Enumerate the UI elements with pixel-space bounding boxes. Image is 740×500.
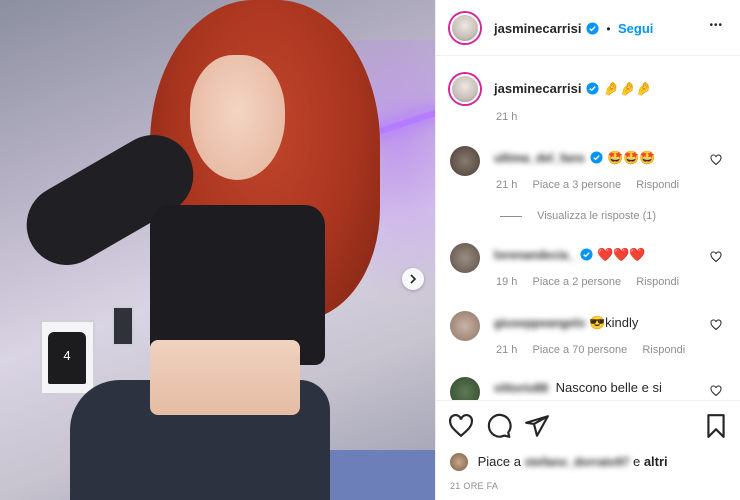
comment-likes[interactable]: Piace a 70 persone xyxy=(532,344,627,356)
view-replies-label: Visualizza le risposte (1) xyxy=(537,210,657,222)
post-header: jasminecarrisi • Segui ••• xyxy=(436,0,740,56)
bookmark-icon[interactable] xyxy=(703,413,729,439)
comment-item: lorenandecia_ ❤️❤️❤️ 19 h Piace a 2 pers… xyxy=(450,243,730,293)
comment-meta: 19 h Piace a 2 persone Rispondi xyxy=(496,276,691,288)
comment-username[interactable]: giuseppeangelo xyxy=(494,316,585,330)
comment-likes[interactable]: Piace a 3 persone xyxy=(532,179,621,191)
next-photo-button[interactable] xyxy=(402,268,424,290)
comment-text: Nascono belle e si xyxy=(555,380,662,395)
caption-avatar[interactable] xyxy=(450,74,480,104)
comment-avatar[interactable] xyxy=(450,377,480,400)
comment-text: ❤️❤️❤️ xyxy=(596,247,646,262)
comment-heart-icon[interactable] xyxy=(710,154,722,166)
reply-button[interactable]: Rispondi xyxy=(636,179,679,191)
comment-item: ultima_del_fans 🤩🤩🤩 21 h Piace a 3 perso… xyxy=(450,146,730,226)
comment-time: 21 h xyxy=(496,179,518,191)
avatar[interactable] xyxy=(450,13,480,43)
chevron-right-icon xyxy=(410,274,417,284)
verified-icon xyxy=(586,82,599,95)
verified-icon xyxy=(586,22,599,35)
comment-line: lorenandecia_ ❤️❤️❤️ xyxy=(494,247,646,263)
likes-others[interactable]: altri xyxy=(644,454,668,469)
post-sidebar: jasminecarrisi • Segui ••• jasminecarris… xyxy=(435,0,740,500)
more-icon: ••• xyxy=(709,20,723,31)
comment-time: 21 h xyxy=(496,344,518,356)
more-options-button[interactable]: ••• xyxy=(709,20,723,31)
reply-button[interactable]: Rispondi xyxy=(636,276,679,288)
comment-line: ultima_del_fans 🤩🤩🤩 xyxy=(494,150,656,166)
liker-avatar[interactable] xyxy=(450,453,468,471)
comment-item: vittorio88 Nascono belle e si xyxy=(450,377,730,400)
comment-meta: 21 h Piace a 70 persone Rispondi xyxy=(496,344,697,356)
separator-dot: • xyxy=(606,22,611,36)
verified-icon xyxy=(590,151,603,164)
post-timestamp[interactable]: 21 ORE FA xyxy=(450,481,498,491)
likes-summary: Piace a stefano_dorrato97 e altri xyxy=(450,453,668,471)
comment-meta: 21 h Piace a 3 persone Rispondi xyxy=(496,179,691,191)
waist xyxy=(150,340,300,415)
view-replies-button[interactable]: Visualizza le risposte (1) xyxy=(500,210,656,222)
share-icon[interactable] xyxy=(524,413,550,439)
comment-username[interactable]: lorenandecia_ xyxy=(494,248,575,262)
comment-username[interactable]: vittorio88 xyxy=(494,381,548,395)
follow-button[interactable]: Segui xyxy=(618,21,653,36)
face xyxy=(190,55,285,180)
replies-line xyxy=(500,215,522,217)
framed-jersey: 4 xyxy=(48,332,86,384)
liker-username[interactable]: stefano_dorrato97 xyxy=(525,455,630,469)
comment-line: giuseppeangelo 😎kindly xyxy=(494,315,638,331)
comment-heart-icon[interactable] xyxy=(710,251,722,263)
comment-likes[interactable]: Piace a 2 persone xyxy=(532,276,621,288)
heart-icon[interactable] xyxy=(448,413,474,439)
comment-line: vittorio88 Nascono belle e si xyxy=(494,380,662,395)
post-photo[interactable]: 4 xyxy=(0,0,435,500)
verified-icon xyxy=(580,248,593,261)
comment-icon[interactable] xyxy=(486,413,512,439)
caption: jasminecarrisi 🤌🤌🤌 xyxy=(494,80,652,98)
caption-username[interactable]: jasminecarrisi xyxy=(494,81,581,96)
comment-avatar[interactable] xyxy=(450,146,480,176)
comment-avatar[interactable] xyxy=(450,311,480,341)
header-user-line: jasminecarrisi • Segui xyxy=(494,20,653,38)
comment-heart-icon[interactable] xyxy=(710,319,722,331)
comment-text: 😎kindly xyxy=(588,315,639,330)
comment-item: giuseppeangelo 😎kindly 21 h Piace a 70 p… xyxy=(450,311,730,361)
comment-time: 19 h xyxy=(496,276,518,288)
comment-text: 🤩🤩🤩 xyxy=(606,150,656,165)
caption-time: 21 h xyxy=(496,111,518,123)
wall-frame-small xyxy=(112,306,134,346)
reply-button[interactable]: Rispondi xyxy=(642,344,685,356)
likes-prefix: Piace a xyxy=(477,454,521,469)
author-username[interactable]: jasminecarrisi xyxy=(494,21,581,36)
likes-and: e xyxy=(632,454,641,469)
comment-username[interactable]: ultima_del_fans xyxy=(494,151,585,165)
comment-avatar[interactable] xyxy=(450,243,480,273)
caption-text: 🤌🤌🤌 xyxy=(603,81,652,96)
post-actions: Piace a stefano_dorrato97 e altri 21 ORE… xyxy=(436,400,740,500)
comment-heart-icon[interactable] xyxy=(710,385,722,397)
